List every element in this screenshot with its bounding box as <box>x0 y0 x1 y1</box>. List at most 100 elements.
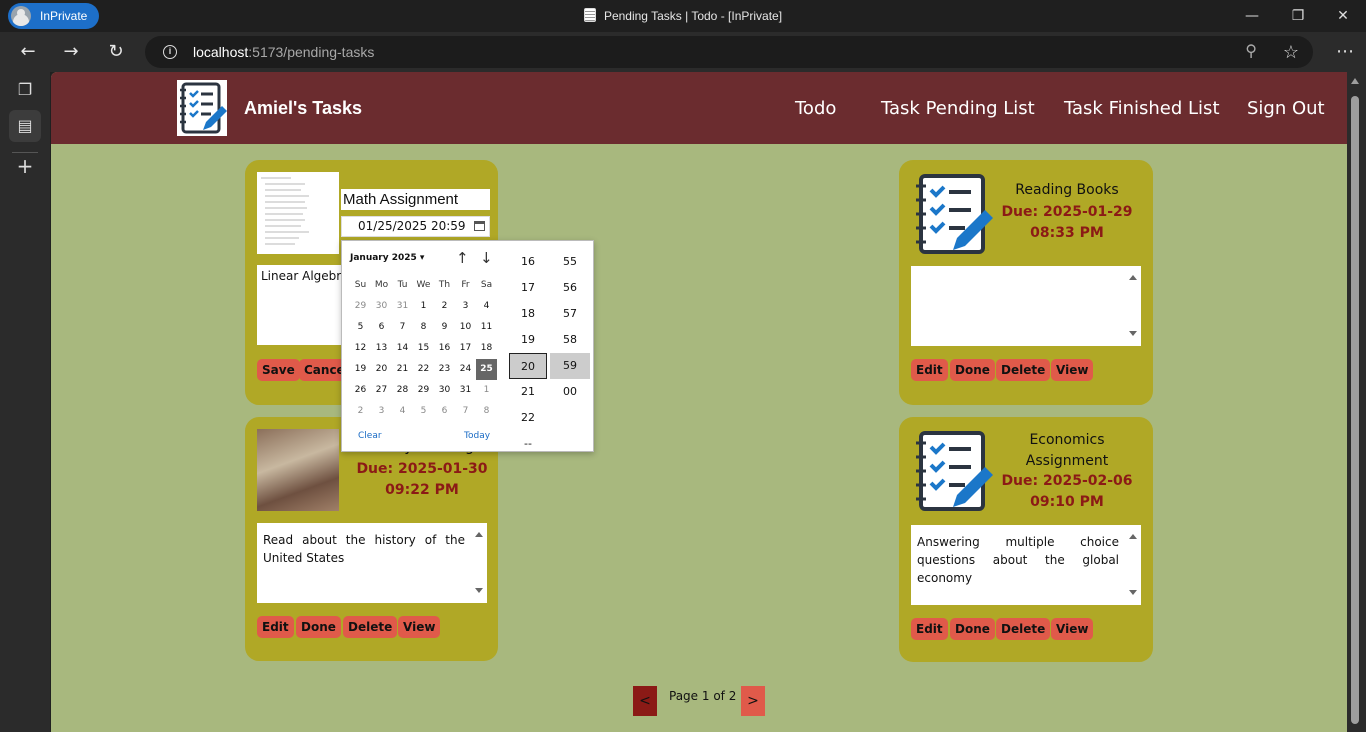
new-tab-icon[interactable]: + <box>9 150 41 182</box>
minute-column[interactable]: 55 56 57 58 59 00 <box>550 241 590 451</box>
task-description-economics[interactable]: Answering multiple choice questions abou… <box>911 525 1141 605</box>
calendar-day[interactable]: 13 <box>371 338 392 359</box>
clear-link[interactable]: Clear <box>358 431 382 441</box>
address-bar[interactable]: i localhost:5173/pending-tasks ⚲ ☆ <box>145 36 1313 68</box>
view-button[interactable]: View <box>1051 618 1094 640</box>
calendar-day[interactable]: 10 <box>455 317 476 338</box>
save-button[interactable]: Save <box>257 359 300 381</box>
zoom-icon[interactable]: ⚲ <box>1245 36 1257 68</box>
calendar-day[interactable]: 28 <box>392 380 413 401</box>
calendar-day[interactable]: 30 <box>371 296 392 317</box>
edit-button[interactable]: Edit <box>911 618 948 640</box>
more-options-icon[interactable]: ⋯ <box>1336 38 1354 66</box>
calendar-day[interactable]: 20 <box>371 359 392 380</box>
minute-option[interactable]: 57 <box>550 301 590 327</box>
scroll-up-icon[interactable] <box>1129 534 1137 539</box>
minute-option[interactable]: 00 <box>550 379 590 405</box>
calendar-day[interactable]: 16 <box>434 338 455 359</box>
calendar-day[interactable]: 30 <box>434 380 455 401</box>
calendar-day[interactable]: 29 <box>413 380 434 401</box>
favorite-star-icon[interactable]: ☆ <box>1283 36 1299 68</box>
next-month-arrow-icon[interactable]: ↓ <box>480 249 493 267</box>
scroll-down-icon[interactable] <box>475 588 483 593</box>
hour-option[interactable]: 17 <box>508 275 548 301</box>
calendar-day[interactable]: 7 <box>455 401 476 422</box>
minute-option[interactable]: 56 <box>550 275 590 301</box>
delete-button[interactable]: Delete <box>343 616 398 638</box>
calendar-day[interactable]: 8 <box>413 317 434 338</box>
delete-button[interactable]: Delete <box>996 618 1051 640</box>
minute-option[interactable]: 59 <box>550 353 590 379</box>
page-scrollbar[interactable] <box>1347 72 1366 732</box>
nav-todo[interactable]: Todo <box>795 98 836 119</box>
next-page-button[interactable]: > <box>741 686 765 716</box>
scroll-up-icon[interactable] <box>1129 275 1137 280</box>
view-button[interactable]: View <box>398 616 441 638</box>
calendar-day[interactable]: 18 <box>476 338 497 359</box>
hour-option[interactable]: 16 <box>508 249 548 275</box>
view-button[interactable]: View <box>1051 359 1094 381</box>
calendar-day[interactable]: 2 <box>350 401 371 422</box>
hour-column[interactable]: 16 17 18 19 20 21 22 -- <box>508 241 548 451</box>
edit-button[interactable]: Edit <box>257 616 294 638</box>
nav-task-pending-list[interactable]: Task Pending List <box>881 98 1035 119</box>
tab-actions-icon[interactable]: ❐ <box>9 74 41 106</box>
calendar-day[interactable]: 15 <box>413 338 434 359</box>
calendar-day[interactable]: 5 <box>413 401 434 422</box>
today-link[interactable]: Today <box>464 431 490 441</box>
calendar-day[interactable]: 12 <box>350 338 371 359</box>
done-button[interactable]: Done <box>950 359 995 381</box>
calendar-day[interactable]: 1 <box>413 296 434 317</box>
edit-title-input[interactable]: Math Assignment <box>341 189 490 210</box>
calendar-day[interactable]: 31 <box>455 380 476 401</box>
calendar-day[interactable]: 9 <box>434 317 455 338</box>
calendar-day[interactable]: 17 <box>455 338 476 359</box>
calendar-day[interactable]: 2 <box>434 296 455 317</box>
calendar-day[interactable]: 25 <box>476 359 497 380</box>
brand-name[interactable]: Amiel's Tasks <box>244 98 362 119</box>
hour-option[interactable]: 21 <box>508 379 548 405</box>
task-description-reading[interactable] <box>911 266 1141 346</box>
close-window-button[interactable]: ✕ <box>1320 0 1366 32</box>
calendar-day[interactable]: 27 <box>371 380 392 401</box>
calendar-day[interactable]: 5 <box>350 317 371 338</box>
calendar-day[interactable]: 6 <box>371 317 392 338</box>
month-year-selector[interactable]: January 2025 ▾ <box>350 253 424 263</box>
calendar-day[interactable]: 22 <box>413 359 434 380</box>
calendar-day[interactable]: 7 <box>392 317 413 338</box>
restore-button[interactable]: ❐ <box>1275 0 1321 32</box>
hour-option[interactable]: 18 <box>508 301 548 327</box>
minimize-button[interactable]: — <box>1229 0 1275 32</box>
edit-button[interactable]: Edit <box>911 359 948 381</box>
nav-task-finished-list[interactable]: Task Finished List <box>1064 98 1220 119</box>
prev-month-arrow-icon[interactable]: ↑ <box>456 249 469 267</box>
vertical-tab-page-icon[interactable]: ▤ <box>9 110 41 142</box>
refresh-button[interactable]: ↻ <box>102 38 130 66</box>
calendar-day[interactable]: 1 <box>476 380 497 401</box>
calendar-day[interactable]: 24 <box>455 359 476 380</box>
calendar-day[interactable]: 29 <box>350 296 371 317</box>
nav-sign-out[interactable]: Sign Out <box>1247 98 1325 119</box>
forward-button[interactable]: → <box>57 38 85 66</box>
scroll-down-icon[interactable] <box>1129 590 1137 595</box>
calendar-day[interactable]: 3 <box>371 401 392 422</box>
scroll-up-icon[interactable] <box>475 532 483 537</box>
scroll-down-icon[interactable] <box>1129 331 1137 336</box>
hour-option[interactable]: -- <box>508 431 548 451</box>
minute-option[interactable]: 58 <box>550 327 590 353</box>
calendar-day[interactable]: 14 <box>392 338 413 359</box>
calendar-day[interactable]: 19 <box>350 359 371 380</box>
calendar-day[interactable]: 4 <box>476 296 497 317</box>
hour-option[interactable]: 19 <box>508 327 548 353</box>
calendar-day[interactable]: 4 <box>392 401 413 422</box>
calendar-day[interactable]: 23 <box>434 359 455 380</box>
calendar-day[interactable]: 8 <box>476 401 497 422</box>
done-button[interactable]: Done <box>950 618 995 640</box>
back-button[interactable]: ← <box>14 38 42 66</box>
hour-option[interactable]: 22 <box>508 405 548 431</box>
calendar-day[interactable]: 3 <box>455 296 476 317</box>
calendar-day[interactable]: 6 <box>434 401 455 422</box>
edit-due-date-input[interactable]: 01/25/2025 20:59 <box>341 216 490 237</box>
calendar-icon[interactable] <box>474 221 485 231</box>
calendar-day[interactable]: 26 <box>350 380 371 401</box>
